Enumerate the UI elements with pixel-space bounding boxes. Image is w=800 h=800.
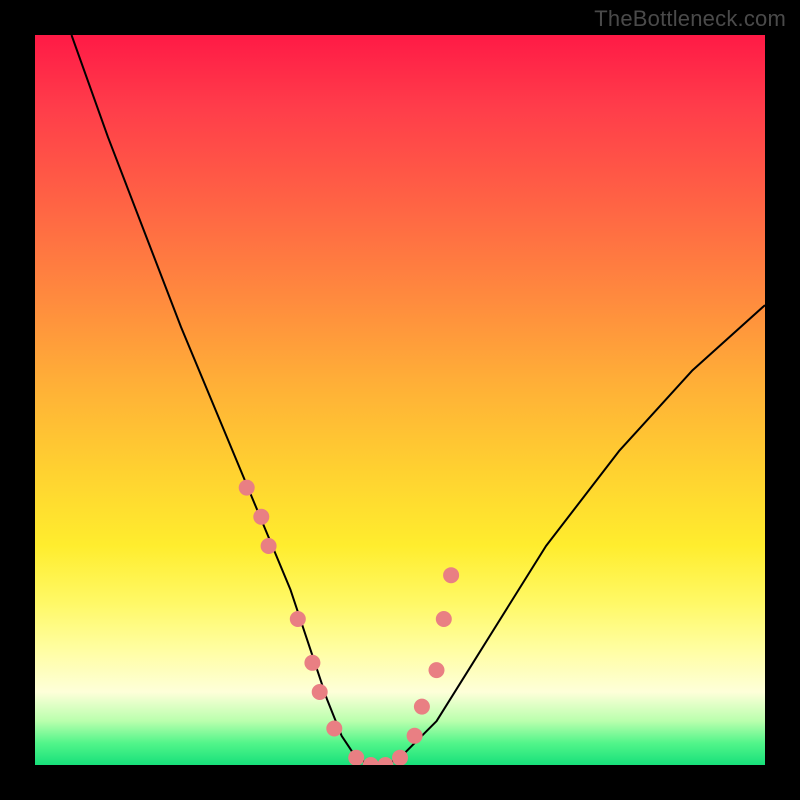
data-point <box>304 655 320 671</box>
data-points <box>239 480 459 765</box>
data-point <box>312 684 328 700</box>
data-point <box>363 757 379 765</box>
curve-layer <box>35 35 765 765</box>
data-point <box>429 662 445 678</box>
data-point <box>407 728 423 744</box>
data-point <box>290 611 306 627</box>
data-point <box>414 699 430 715</box>
data-point <box>326 721 342 737</box>
watermark-text: TheBottleneck.com <box>594 6 786 32</box>
data-point <box>261 538 277 554</box>
bottleneck-curve <box>72 35 766 765</box>
data-point <box>253 509 269 525</box>
data-point <box>239 480 255 496</box>
data-point <box>348 750 364 765</box>
data-point <box>377 757 393 765</box>
data-point <box>392 750 408 765</box>
data-point <box>443 567 459 583</box>
data-point <box>436 611 452 627</box>
chart-frame: TheBottleneck.com <box>0 0 800 800</box>
plot-area <box>35 35 765 765</box>
